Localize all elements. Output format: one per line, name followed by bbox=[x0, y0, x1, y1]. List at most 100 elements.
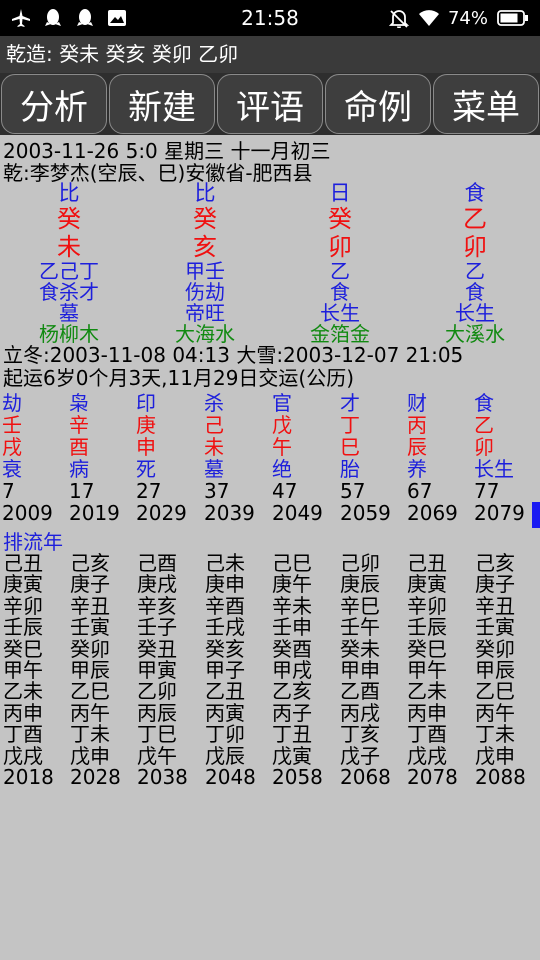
dayun-branch: 辰 bbox=[407, 435, 427, 459]
pillar-stem: 癸 bbox=[193, 205, 217, 233]
liunian-item: 乙未 bbox=[407, 679, 447, 704]
liunian-column: 己巳 庚午 辛未 壬申 癸酉 甲戌 乙亥 丙子 丁丑 戊寅 2058 bbox=[272, 552, 342, 788]
liunian-item: 丙午 bbox=[475, 700, 515, 725]
dayun-year: 2009 bbox=[2, 501, 53, 525]
pillar-year: 比 癸 未 乙己丁 食杀才 墓 杨柳木 bbox=[14, 182, 124, 345]
dayun-column[interactable]: 财 丙 辰 养 67 2069 bbox=[407, 392, 477, 524]
dayun-age: 47 bbox=[272, 479, 298, 503]
dayun-stage: 养 bbox=[407, 457, 427, 481]
dayun-year: 2029 bbox=[136, 501, 187, 525]
liunian-item: 戊戌 bbox=[407, 743, 447, 768]
liunian-item: 戊申 bbox=[475, 743, 515, 768]
dayun-column[interactable]: 印 庚 申 死 27 2029 bbox=[136, 392, 206, 524]
tab-comments[interactable]: 评语 bbox=[217, 74, 323, 134]
liunian-item: 甲寅 bbox=[137, 657, 177, 682]
liunian-item: 甲辰 bbox=[70, 657, 110, 682]
dayun-age: 77 bbox=[474, 479, 500, 503]
pillar-god: 比 bbox=[58, 181, 80, 205]
liunian-item: 甲辰 bbox=[475, 657, 515, 682]
battery-icon bbox=[496, 7, 530, 29]
liunian-item: 甲午 bbox=[407, 657, 447, 682]
liunian-item: 戊申 bbox=[70, 743, 110, 768]
alarm-off-icon bbox=[388, 7, 410, 29]
liunian-item: 庚午 bbox=[272, 572, 312, 597]
dayun-stem: 乙 bbox=[474, 413, 494, 437]
pillar-stem: 乙 bbox=[463, 205, 487, 233]
liunian-item: 辛卯 bbox=[3, 593, 43, 618]
liunian-item: 壬寅 bbox=[475, 615, 515, 640]
liunian-item: 丙辰 bbox=[137, 700, 177, 725]
tab-new[interactable]: 新建 bbox=[109, 74, 215, 134]
dayun-column[interactable]: 才 丁 巳 胎 57 2059 bbox=[340, 392, 410, 524]
pillar-branch: 卯 bbox=[463, 233, 487, 261]
pillar-branch: 未 bbox=[57, 233, 81, 261]
dayun-stage: 长生 bbox=[474, 457, 514, 481]
dayun-column[interactable]: 食 乙 卯 长生 77 2079 bbox=[474, 392, 540, 524]
dayun-column[interactable]: 杀 己 未 墓 37 2039 bbox=[204, 392, 274, 524]
pillar-god: 日 bbox=[329, 181, 351, 205]
tab-analysis[interactable]: 分析 bbox=[1, 74, 107, 134]
dayun-column[interactable]: 官 戊 午 绝 47 2049 bbox=[272, 392, 342, 524]
liunian-item: 癸巳 bbox=[3, 636, 43, 661]
liunian-item: 辛酉 bbox=[205, 593, 245, 618]
dayun-age: 37 bbox=[204, 479, 230, 503]
dayun-stem: 己 bbox=[204, 413, 224, 437]
liunian-item: 辛卯 bbox=[407, 593, 447, 618]
liunian-item: 甲午 bbox=[3, 657, 43, 682]
liunian-item: 己亥 bbox=[70, 551, 110, 575]
dayun-year: 2019 bbox=[69, 501, 120, 525]
liunian-column: 己酉 庚戌 辛亥 壬子 癸丑 甲寅 乙卯 丙辰 丁巳 戊午 2038 bbox=[137, 552, 207, 788]
pillar-month: 比 癸 亥 甲壬 伤劫 帝旺 大海水 bbox=[150, 182, 260, 345]
dayun-god: 食 bbox=[474, 391, 494, 415]
liunian-item: 戊寅 bbox=[272, 743, 312, 768]
dayun-stem: 庚 bbox=[136, 413, 156, 437]
liunian-item: 庚子 bbox=[70, 572, 110, 597]
pillar-hidden-gods: 食 bbox=[330, 280, 350, 304]
liunian-item: 丁酉 bbox=[407, 722, 447, 747]
dayun-stage: 病 bbox=[69, 457, 89, 481]
liunian-item: 庚寅 bbox=[407, 572, 447, 597]
liunian-item: 癸未 bbox=[340, 636, 380, 661]
liunian-item: 癸巳 bbox=[407, 636, 447, 661]
pillar-hidden-stems: 乙 bbox=[330, 259, 350, 283]
selected-dayun-indicator bbox=[532, 502, 540, 528]
solar-terms-line: 立冬:2003-11-08 04:13 大雪:2003-12-07 21:05 bbox=[3, 343, 464, 367]
liunian-item: 丙子 bbox=[272, 700, 312, 725]
dayun-god: 财 bbox=[407, 391, 427, 415]
dayun-god: 才 bbox=[340, 391, 360, 415]
dayun-age: 7 bbox=[2, 479, 15, 503]
liunian-item: 癸卯 bbox=[70, 636, 110, 661]
pillar-god: 食 bbox=[464, 181, 486, 205]
pillar-nayin: 大溪水 bbox=[445, 322, 505, 346]
liunian-item: 壬申 bbox=[272, 615, 312, 640]
dayun-year: 2059 bbox=[340, 501, 391, 525]
liunian-column: 己亥 庚子 辛丑 壬寅 癸卯 甲辰 乙巳 丙午 丁未 戊申 2028 bbox=[70, 551, 140, 788]
dayun-stage: 衰 bbox=[2, 457, 22, 481]
liunian-button[interactable]: 排流年 bbox=[3, 531, 63, 553]
liunian-item: 庚戌 bbox=[137, 572, 177, 597]
chart-title: 乾造: 癸未 癸亥 癸卯 乙卯 bbox=[0, 36, 540, 73]
pillar-hidden-stems: 甲壬 bbox=[185, 259, 225, 283]
liunian-item: 丁亥 bbox=[340, 722, 380, 747]
liunian-column: 己丑 庚寅 辛卯 壬辰 癸巳 甲午 乙未 丙申 丁酉 戊戌 2018 bbox=[3, 552, 73, 788]
dayun-column[interactable]: 枭 辛 酉 病 17 2019 bbox=[69, 392, 139, 524]
pillar-hidden-gods: 伤劫 bbox=[185, 280, 225, 304]
pillar-nayin: 金箔金 bbox=[310, 322, 370, 346]
liunian-item: 戊辰 bbox=[205, 743, 245, 768]
dayun-stage: 绝 bbox=[272, 457, 292, 481]
liunian-item: 庚辰 bbox=[340, 572, 380, 597]
liunian-end-year: 2088 bbox=[475, 764, 526, 789]
pillar-stage: 长生 bbox=[455, 301, 495, 325]
status-bar: 21:58 74% bbox=[0, 0, 540, 36]
pillar-god: 比 bbox=[194, 181, 216, 205]
liunian-item: 辛亥 bbox=[137, 593, 177, 618]
tab-menu[interactable]: 菜单 bbox=[433, 74, 539, 134]
liunian-item: 丁丑 bbox=[272, 722, 312, 747]
liunian-item: 壬寅 bbox=[70, 615, 110, 640]
pillar-hidden-stems: 乙己丁 bbox=[39, 259, 99, 283]
liunian-item: 壬子 bbox=[137, 615, 177, 640]
tab-examples[interactable]: 命例 bbox=[325, 74, 431, 134]
dayun-column[interactable]: 劫 壬 戌 衰 7 2009 bbox=[2, 392, 72, 524]
dayun-year: 2079 bbox=[474, 501, 525, 525]
dayun-stem: 丁 bbox=[340, 413, 360, 437]
